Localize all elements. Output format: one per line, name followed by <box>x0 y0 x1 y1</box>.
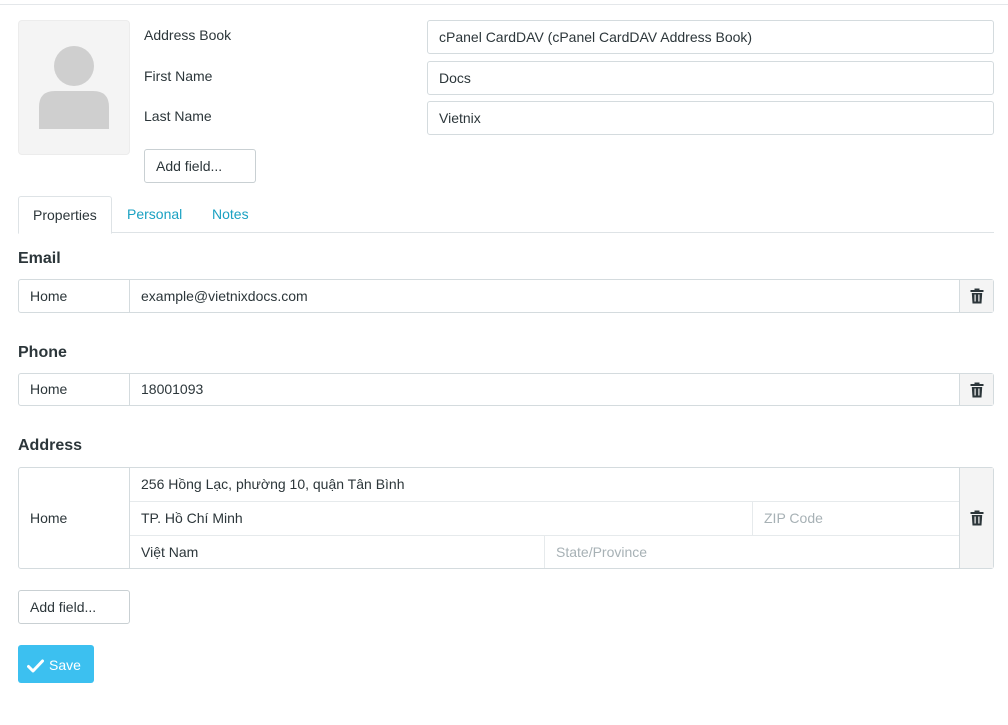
street-input[interactable]: 256 Hồng Lạc, phường 10, quận Tân Bình <box>141 468 951 501</box>
address-section-title: Address <box>18 437 83 454</box>
contact-photo[interactable] <box>18 20 130 155</box>
phone-type-select[interactable]: Home <box>19 374 130 405</box>
save-label: Save <box>49 657 81 673</box>
address-delete-button[interactable] <box>959 468 993 568</box>
city-input[interactable]: TP. Hồ Chí Minh <box>141 502 741 535</box>
tab-notes[interactable]: Notes <box>198 196 263 233</box>
phone-input[interactable]: 18001093 <box>141 374 961 405</box>
state-field[interactable]: State/Province <box>544 536 960 568</box>
phone-row: Home 18001093 <box>18 373 994 406</box>
zip-field[interactable]: ZIP Code <box>752 502 960 535</box>
email-section-title: Email <box>18 250 61 267</box>
email-delete-button[interactable] <box>959 280 993 312</box>
last-name-label: Last Name <box>144 108 212 124</box>
phone-section-title: Phone <box>18 344 67 361</box>
trash-icon <box>970 288 983 304</box>
trash-icon <box>970 510 983 526</box>
address-row: Home 256 Hồng Lạc, phường 10, quận Tân B… <box>18 467 994 569</box>
tab-properties[interactable]: Properties <box>18 196 112 234</box>
add-field-button[interactable]: Add field... <box>18 590 130 624</box>
email-row: Home example@vietnixdocs.com <box>18 279 994 313</box>
last-name-input[interactable]: Vietnix <box>427 101 994 135</box>
tab-personal[interactable]: Personal <box>113 196 196 233</box>
person-silhouette-icon <box>39 46 109 129</box>
contact-tabs: Properties Personal Notes <box>18 196 994 234</box>
add-field-header-button[interactable]: Add field... <box>144 149 256 183</box>
email-input[interactable]: example@vietnixdocs.com <box>141 280 961 312</box>
trash-icon <box>970 382 983 397</box>
address-book-label: Address Book <box>144 27 232 43</box>
top-divider <box>0 4 1008 5</box>
country-input[interactable]: Việt Nam <box>141 536 541 568</box>
phone-delete-button[interactable] <box>959 374 993 405</box>
email-type-select[interactable]: Home <box>19 280 130 312</box>
address-book-select[interactable]: cPanel CardDAV (cPanel CardDAV Address B… <box>427 20 994 54</box>
checkmark-icon <box>27 659 44 673</box>
state-placeholder: State/Province <box>556 544 648 560</box>
first-name-input[interactable]: Docs <box>427 61 994 95</box>
zip-placeholder: ZIP Code <box>764 510 823 526</box>
save-button[interactable]: Save <box>18 645 94 683</box>
first-name-label: First Name <box>144 68 213 84</box>
address-type-select[interactable]: Home <box>19 468 130 568</box>
